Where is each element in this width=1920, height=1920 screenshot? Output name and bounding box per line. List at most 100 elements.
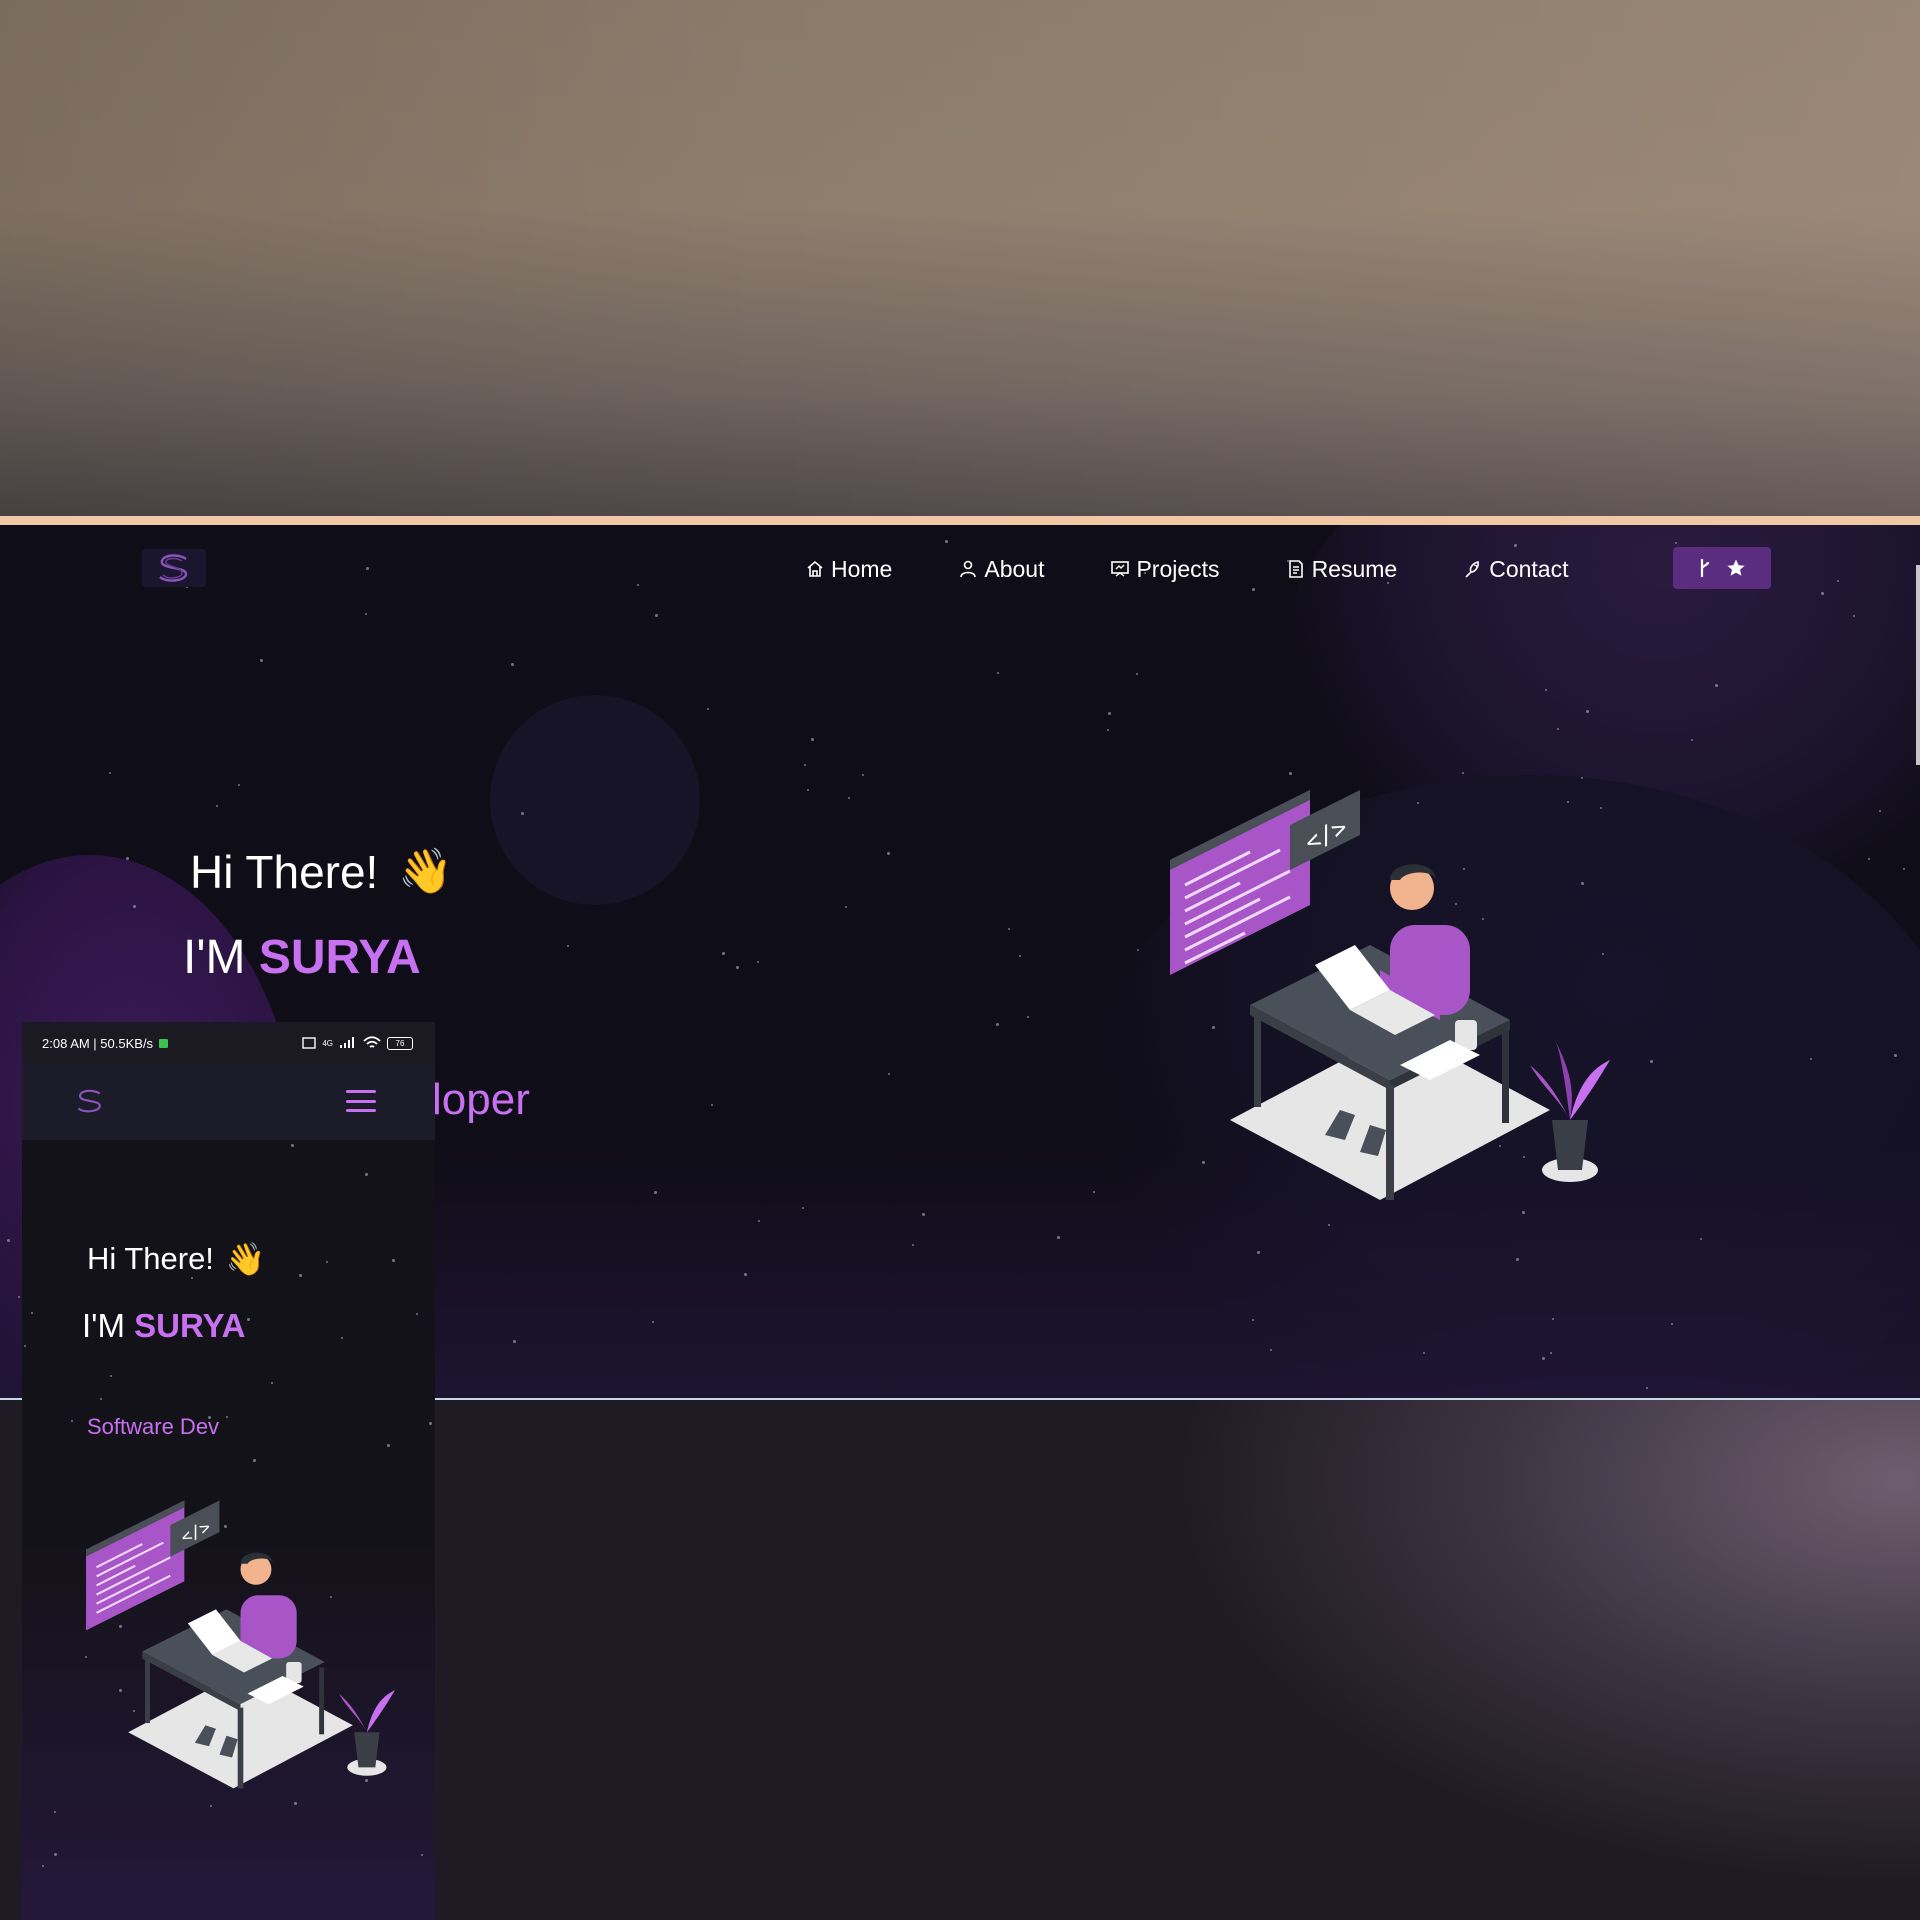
github-fork-star-button[interactable] bbox=[1673, 547, 1771, 589]
logo-icon[interactable] bbox=[72, 1088, 108, 1114]
star-icon bbox=[1727, 559, 1745, 576]
star-dot bbox=[1057, 1236, 1060, 1239]
star-dot bbox=[365, 613, 367, 615]
star-dot bbox=[1423, 1352, 1425, 1354]
star-dot bbox=[1289, 772, 1292, 775]
star-dot bbox=[862, 774, 864, 776]
signal-icon bbox=[340, 1037, 354, 1048]
star-dot bbox=[1557, 728, 1559, 730]
star-dot bbox=[291, 1144, 294, 1147]
star-dot bbox=[1093, 1191, 1095, 1193]
star-dot bbox=[1586, 710, 1589, 713]
star-dot bbox=[802, 1207, 804, 1209]
star-dot bbox=[31, 1312, 33, 1314]
star-dot bbox=[1542, 1357, 1545, 1360]
star-dot bbox=[744, 1273, 747, 1276]
star-dot bbox=[326, 1261, 328, 1263]
star-dot bbox=[133, 905, 136, 908]
star-dot bbox=[997, 672, 999, 674]
document-icon bbox=[1288, 560, 1303, 578]
star-dot bbox=[1715, 684, 1718, 687]
star-dot bbox=[1137, 949, 1139, 951]
star-dot bbox=[1270, 1349, 1272, 1351]
star-dot bbox=[341, 1337, 343, 1339]
star-dot bbox=[392, 1259, 395, 1262]
nav-resume-label: Resume bbox=[1311, 555, 1398, 582]
star-dot bbox=[845, 906, 847, 908]
nav-menu: Home About Projects Resume Contact bbox=[805, 551, 1634, 587]
logo-icon bbox=[159, 554, 188, 582]
notification-icon bbox=[159, 1038, 169, 1048]
star-dot bbox=[722, 952, 725, 955]
star-dot bbox=[421, 1854, 423, 1856]
logo[interactable] bbox=[142, 549, 206, 587]
battery-level: 76 bbox=[395, 1038, 405, 1048]
wave-icon: 👋 bbox=[398, 847, 454, 896]
star-dot bbox=[271, 1382, 273, 1384]
developer-illustration: </> bbox=[86, 1500, 395, 1789]
nav-about-label: About bbox=[984, 555, 1045, 582]
mobile-name-prefix: I'M bbox=[82, 1307, 135, 1344]
star-dot bbox=[707, 708, 709, 710]
star-dot bbox=[1868, 858, 1870, 860]
star-dot bbox=[1550, 1352, 1552, 1354]
nav-resume[interactable]: Resume bbox=[1286, 551, 1398, 587]
battery-icon: 76 bbox=[387, 1036, 413, 1050]
hero-name: I'M SURYA bbox=[183, 930, 421, 985]
home-icon bbox=[807, 560, 823, 577]
hamburger-icon[interactable] bbox=[346, 1090, 376, 1112]
star-dot bbox=[511, 663, 514, 666]
projects-icon bbox=[1111, 561, 1130, 577]
hero-greeting-text: Hi There! bbox=[190, 846, 379, 898]
star-dot bbox=[521, 812, 524, 815]
star-dot bbox=[1903, 868, 1905, 870]
nav-projects-label: Projects bbox=[1136, 555, 1220, 582]
nav-contact[interactable]: Contact bbox=[1463, 551, 1568, 587]
wifi-icon bbox=[363, 1036, 381, 1048]
star-dot bbox=[1552, 1318, 1554, 1320]
star-dot bbox=[804, 764, 806, 766]
star-dot bbox=[126, 857, 129, 860]
star-dot bbox=[758, 1220, 760, 1222]
developer-illustration: </> bbox=[1170, 790, 1610, 1200]
star-dot bbox=[429, 1422, 432, 1425]
star-dot bbox=[1691, 739, 1693, 741]
user-icon bbox=[960, 560, 977, 578]
scrollbar[interactable] bbox=[1916, 565, 1920, 765]
nav-about[interactable]: About bbox=[958, 551, 1044, 587]
star-dot bbox=[226, 1416, 228, 1418]
star-dot bbox=[1671, 1323, 1673, 1325]
star-dot bbox=[1019, 955, 1021, 957]
nav-contact-label: Contact bbox=[1489, 555, 1569, 582]
star-dot bbox=[1646, 1387, 1648, 1389]
star-dot bbox=[24, 1345, 26, 1347]
star-dot bbox=[216, 805, 218, 807]
star-dot bbox=[238, 784, 240, 786]
star-dot bbox=[1810, 1058, 1812, 1060]
star-dot bbox=[807, 789, 809, 791]
mobile-greeting-text: Hi There! bbox=[87, 1241, 214, 1276]
network-type: 4G bbox=[322, 1038, 333, 1048]
star-dot bbox=[18, 1296, 20, 1298]
sim-icon bbox=[302, 1037, 317, 1049]
mobile-name-highlight: SURYA bbox=[134, 1307, 246, 1344]
status-time-speed: 2:08 AM | 50.5KB/s bbox=[42, 1035, 154, 1051]
star-dot bbox=[1462, 772, 1464, 774]
star-dot bbox=[365, 1173, 368, 1176]
star-dot bbox=[922, 1213, 925, 1216]
star-dot bbox=[387, 1444, 390, 1447]
star-dot bbox=[888, 1073, 890, 1075]
star-dot bbox=[513, 1340, 516, 1343]
star-dot bbox=[1853, 615, 1855, 617]
status-right: 4G 76 bbox=[302, 1036, 413, 1050]
mobile-hero-greeting: Hi There! 👋 bbox=[87, 1240, 266, 1278]
nav-home[interactable]: Home bbox=[805, 551, 892, 587]
status-left: 2:08 AM | 50.5KB/s bbox=[42, 1035, 169, 1051]
mobile-navbar bbox=[22, 1064, 435, 1140]
star-dot bbox=[253, 1459, 256, 1462]
star-dot bbox=[1545, 689, 1547, 691]
star-dot bbox=[110, 1375, 112, 1377]
status-bar: 2:08 AM | 50.5KB/s 4G 76 bbox=[22, 1022, 435, 1064]
nav-projects[interactable]: Projects bbox=[1110, 551, 1220, 587]
star-dot bbox=[736, 966, 739, 969]
